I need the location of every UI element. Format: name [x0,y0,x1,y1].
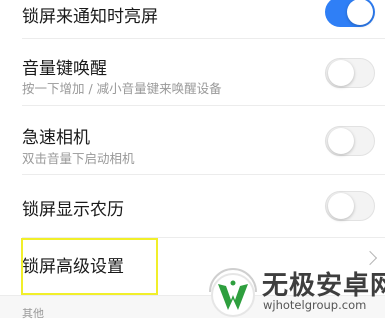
setting-subtitle: 双击音量下启动相机 [22,151,135,166]
toggle-knob [328,60,354,86]
setting-title: 急速相机 [22,128,90,148]
notification-wake-toggle[interactable] [325,0,375,27]
section-label-other: 其他 [22,307,44,320]
setting-title: 锁屏来通知时亮屏 [22,7,158,27]
setting-row-volume-key-wake[interactable]: 音量键唤醒 按一下增加 / 减小音量键来唤醒设备 [0,39,385,105]
toggle-knob [328,193,354,219]
setting-row-lunar-calendar[interactable]: 锁屏显示农历 [0,175,385,237]
toggle-knob [347,0,373,25]
quick-camera-toggle[interactable] [325,126,375,156]
setting-title: 锁屏显示农历 [22,200,124,220]
watermark: 无极安卓网 wjhotelgroup.com [200,262,385,318]
logo-icon [209,268,257,317]
watermark-title: 无极安卓网 [262,271,385,301]
toggle-knob [328,128,354,154]
setting-row-lock-screen-notification-wake[interactable]: 锁屏来通知时亮屏 [0,0,385,38]
setting-title: 音量键唤醒 [22,59,107,79]
watermark-url: wjhotelgroup.com [263,298,367,312]
lunar-calendar-toggle[interactable] [325,191,375,221]
volume-key-wake-toggle[interactable] [325,58,375,88]
setting-subtitle: 按一下增加 / 减小音量键来唤醒设备 [22,81,222,96]
setting-row-quick-camera[interactable]: 急速相机 双击音量下启动相机 [0,106,385,174]
setting-title: 锁屏高级设置 [22,257,124,277]
